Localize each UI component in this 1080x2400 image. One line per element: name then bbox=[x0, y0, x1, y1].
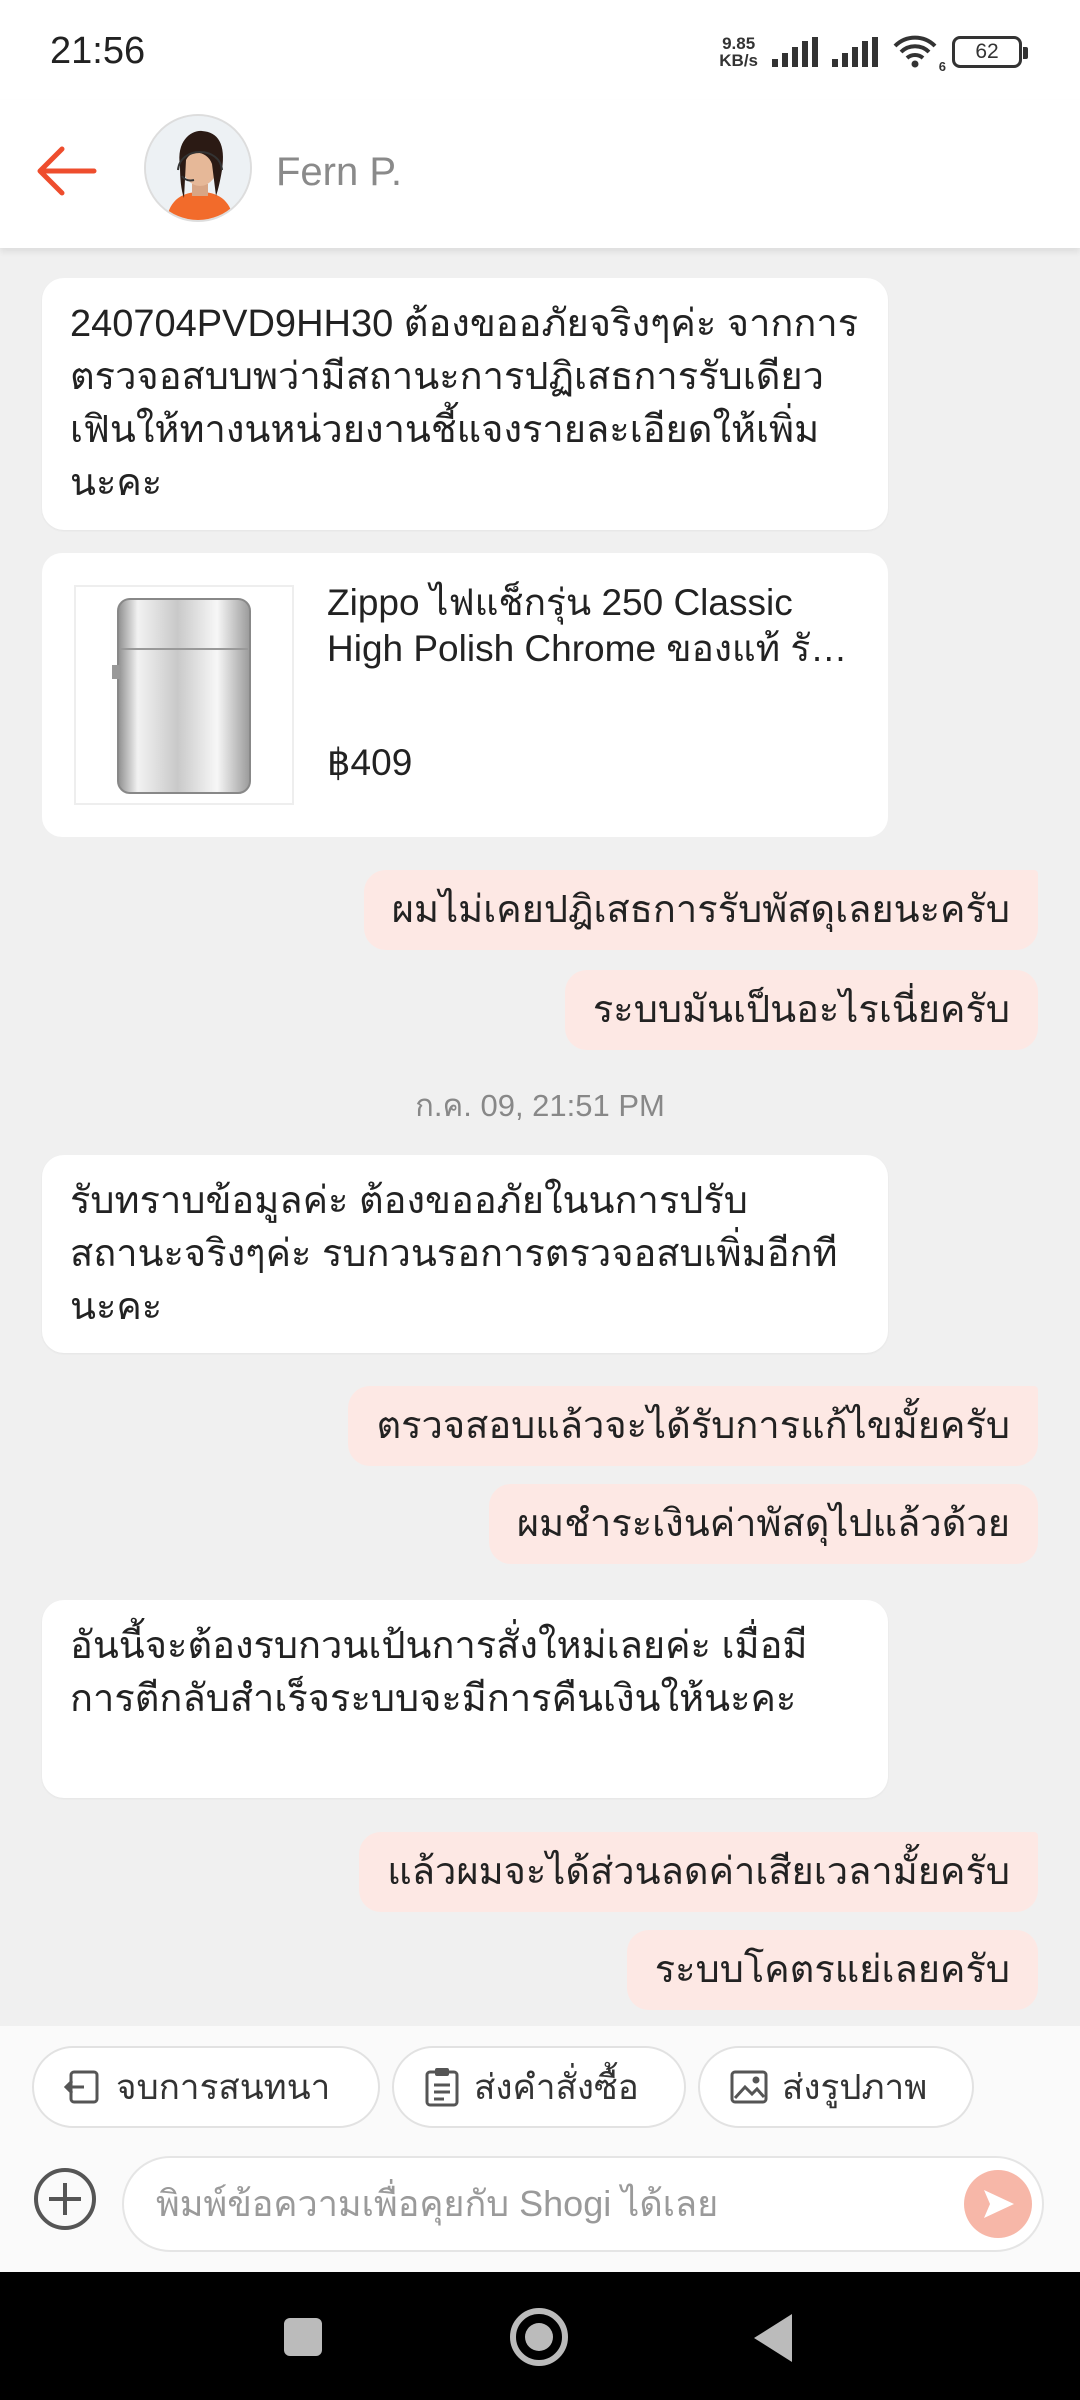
status-bar: 21:56 9.85 KB/s 6 62 bbox=[0, 0, 1080, 100]
end-chat-button[interactable]: จบการสนทนา bbox=[32, 2046, 380, 2128]
signal-icon bbox=[772, 37, 818, 67]
plus-circle-icon bbox=[34, 2168, 96, 2230]
incoming-message: อันนี้จะต้องรบกวนเป้นการสั่งใหม่เลยค่ะ เ… bbox=[42, 1600, 888, 1798]
product-price: ฿409 bbox=[327, 742, 413, 783]
composer-area: จบการสนทนา ส่งคำสั่งซื้อ ส่งรูปภาพ bbox=[0, 2026, 1080, 2274]
send-image-button[interactable]: ส่งรูปภาพ bbox=[698, 2046, 974, 2128]
outgoing-message: ตรวจสอบแล้วจะได้รับการแก้ไขมั้ยครับ bbox=[348, 1386, 1038, 1466]
outgoing-message: แล้วผมจะได้ส่วนลดค่าเสียเวลามั้ยครับ bbox=[359, 1832, 1038, 1912]
battery-icon: 62 bbox=[952, 36, 1028, 68]
outgoing-message: ระบบโคตรแย่เลยครับ bbox=[626, 1930, 1038, 2010]
image-icon bbox=[730, 2070, 768, 2104]
incoming-message: รับทราบข้อมูลค่ะ ต้องขออภัยในนการปรับสถา… bbox=[42, 1155, 888, 1353]
clipboard-icon bbox=[425, 2068, 459, 2107]
wifi-badge: 6 bbox=[938, 59, 946, 74]
avatar[interactable] bbox=[144, 114, 252, 222]
outgoing-message: ผมไม่เคยปฎิเสธการรับพัสดุเลยนะครับ bbox=[363, 870, 1038, 950]
exit-chat-icon bbox=[64, 2070, 99, 2104]
send-order-button[interactable]: ส่งคำสั่งซื้อ bbox=[392, 2046, 686, 2128]
product-image bbox=[74, 585, 294, 805]
network-speed: 9.85 KB/s bbox=[719, 34, 758, 70]
chat-header: Fern P. bbox=[0, 100, 1080, 248]
status-icons: 9.85 KB/s 6 62 bbox=[719, 30, 1028, 74]
contact-name[interactable]: Fern P. bbox=[276, 150, 402, 195]
message-input-box bbox=[122, 2156, 1044, 2252]
status-time: 21:56 bbox=[50, 30, 146, 72]
battery-level: 62 bbox=[975, 40, 999, 63]
send-icon bbox=[984, 2190, 1014, 2218]
home-icon[interactable] bbox=[510, 2308, 568, 2366]
product-card[interactable]: Zippo ไฟแช็กรุ่น 250 Classic High Polish… bbox=[42, 553, 888, 837]
send-button[interactable] bbox=[964, 2170, 1032, 2238]
recents-icon[interactable] bbox=[284, 2318, 322, 2356]
back-icon[interactable] bbox=[754, 2314, 792, 2362]
add-attachment-button[interactable] bbox=[32, 2166, 98, 2232]
wifi-icon: 6 bbox=[892, 34, 946, 74]
back-button[interactable] bbox=[30, 136, 106, 206]
system-nav-bar bbox=[0, 2272, 1080, 2400]
product-title: Zippo ไฟแช็กรุ่น 250 Classic High Polish… bbox=[327, 582, 848, 669]
timestamp: ก.ค. 09, 21:51 PM bbox=[415, 1088, 665, 1123]
message-input[interactable] bbox=[156, 2158, 956, 2250]
incoming-message: 240704PVD9HH30 ต้องขออภัยจริงๆค่ะ จากการ… bbox=[42, 278, 888, 530]
outgoing-message: ผมชำระเงินค่าพัสดุไปแล้วด้วย bbox=[488, 1484, 1038, 1564]
signal-icon bbox=[832, 37, 878, 67]
outgoing-message: ระบบมันเป็นอะไรเนี่ยครับ bbox=[564, 970, 1038, 1050]
arrow-left-icon bbox=[37, 146, 97, 196]
